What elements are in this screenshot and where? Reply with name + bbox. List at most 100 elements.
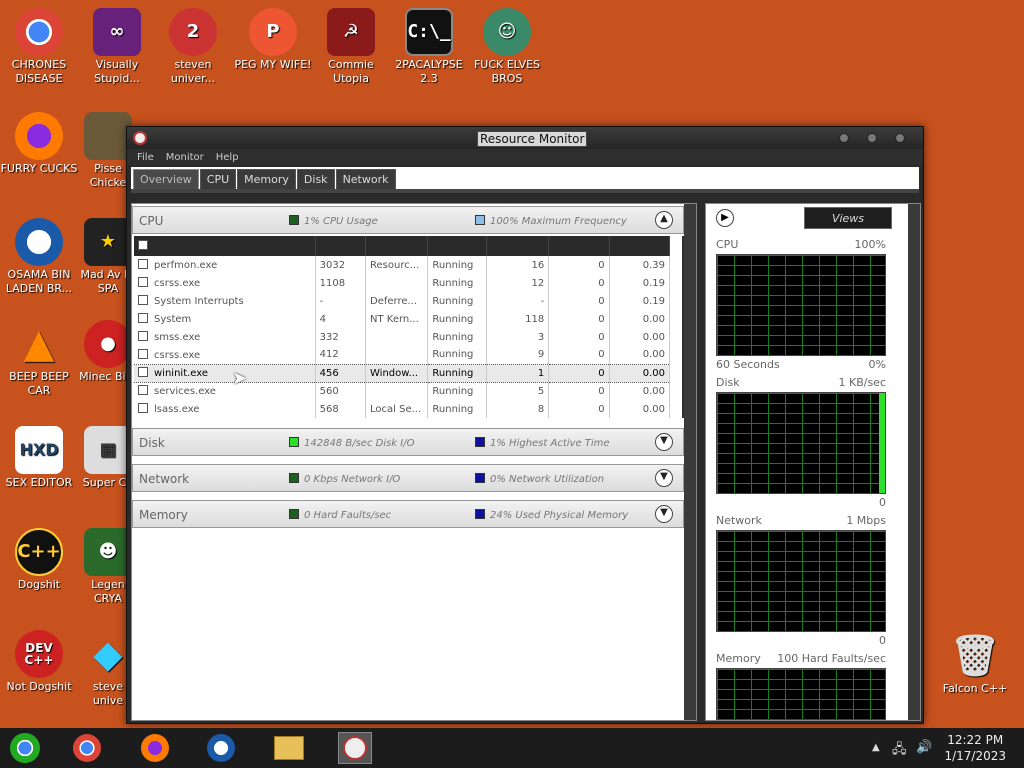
start-button[interactable] (8, 732, 42, 764)
cell-cpu: 0 (548, 256, 610, 274)
desktop-icon-recycle-bin[interactable]: 🗑 Falcon C++ (936, 632, 1014, 696)
desktop-icon-commie-utopia[interactable]: ☭ Commie Utopia (312, 8, 390, 86)
title-bar[interactable]: Resource Monitor (127, 127, 923, 149)
close-button[interactable] (895, 133, 905, 143)
select-all-checkbox[interactable] (138, 240, 148, 250)
desktop-icon-2pacalypse[interactable]: C:\_ 2PACALYPSE 2.3 (390, 8, 468, 86)
cpu-section-header[interactable]: CPU 1% CPU Usage 100% Maximum Frequency … (132, 206, 684, 234)
desktop-icon-label: Dogshit (17, 578, 61, 591)
overview-scrollbar[interactable] (684, 204, 696, 720)
table-row[interactable]: wininit.exe 456 Window... Running 1 0 0.00 (134, 363, 671, 383)
volume-icon[interactable]: 🔊 (916, 740, 932, 755)
desktop-icon-dogshit[interactable]: C++ Dogshit (0, 528, 78, 592)
col-header[interactable] (486, 236, 550, 256)
cell-avg: 0.00 (609, 400, 671, 418)
row-checkbox[interactable] (138, 367, 148, 377)
row-checkbox[interactable] (138, 313, 148, 323)
menu-help[interactable]: Help (216, 152, 239, 163)
desktop-icon-visual-studio[interactable]: ∞ Visually Stupid... (78, 8, 156, 86)
col-header[interactable] (548, 236, 610, 256)
expand-chevron-icon[interactable]: ▼ (655, 469, 673, 487)
col-header[interactable] (427, 236, 487, 256)
views-button[interactable]: Views (804, 207, 892, 229)
taskbar-resource-monitor[interactable] (338, 732, 372, 764)
network-section-header[interactable]: Network 0 Kbps Network I/O 0% Network Ut… (132, 464, 684, 492)
desktop-icon-steven-universe[interactable]: 2 steven univer... (154, 8, 232, 86)
row-checkbox[interactable] (138, 259, 148, 269)
desktop-icon-peg[interactable]: P PEG MY WIFE! (234, 8, 312, 72)
cell-cpu: 0 (548, 328, 610, 346)
table-row[interactable]: System 4 NT Kern... Running 118 0 0.00 (134, 310, 671, 328)
p-logo-icon: P (249, 8, 297, 56)
expand-chevron-icon[interactable]: ▼ (655, 433, 673, 451)
network-graph: Network 1 Mbps 0 (716, 514, 886, 650)
row-checkbox[interactable] (138, 295, 148, 305)
steven-universe-icon: 2 (169, 8, 217, 56)
firefox-icon (141, 734, 169, 762)
maximize-button[interactable] (867, 133, 877, 143)
col-header[interactable] (609, 236, 671, 256)
table-row[interactable]: smss.exe 332 Running 3 0 0.00 (134, 328, 671, 346)
table-row[interactable]: perfmon.exe 3032 Resourc... Running 16 0 0.39 (134, 256, 671, 274)
graphs-scrollbar[interactable] (908, 204, 920, 720)
memory-section-header[interactable]: Memory 0 Hard Faults/sec 24% Used Physic… (132, 500, 684, 528)
taskbar-obama[interactable] (204, 732, 238, 764)
menu-monitor[interactable]: Monitor (166, 152, 204, 163)
expand-chevron-icon[interactable]: ▼ (655, 505, 673, 523)
cell-threads: 12 (486, 274, 550, 292)
desktop-icon-chrome[interactable]: CHRONES DISEASE (0, 8, 78, 86)
cell-image: smss.exe (134, 328, 316, 346)
graph-min: 0 (879, 634, 886, 647)
col-header[interactable] (365, 236, 429, 256)
show-hidden-icons-chevron-icon[interactable]: ▲ (872, 742, 880, 753)
taskbar-file-explorer[interactable] (272, 732, 306, 764)
table-row[interactable]: csrss.exe 1108 Running 12 0 0.19 (134, 274, 671, 292)
desktop-icon-label: Visually Stupid... (94, 58, 140, 85)
table-row[interactable]: services.exe 560 Running 5 0 0.00 (134, 382, 671, 400)
network-icon[interactable]: 🖧 (892, 740, 907, 762)
table-row[interactable]: csrss.exe 412 Running 9 0 0.00 (134, 346, 671, 364)
desktop-icon-hxd[interactable]: HXD SEX EDITOR (0, 426, 78, 490)
app-icon (133, 131, 147, 145)
collapse-chevron-icon[interactable]: ▲ (655, 211, 673, 229)
menu-file[interactable]: File (137, 152, 154, 163)
minimize-button[interactable] (839, 133, 849, 143)
row-checkbox[interactable] (138, 403, 148, 413)
tab-cpu[interactable]: CPU (199, 169, 237, 189)
select-all-checkbox-header[interactable] (134, 236, 316, 256)
process-name: smss.exe (154, 332, 201, 343)
disk-section-header[interactable]: Disk 142848 B/sec Disk I/O 1% Highest Ac… (132, 428, 684, 456)
taskbar-firefox[interactable] (138, 732, 172, 764)
graph-max: 1 Mbps (846, 514, 886, 527)
section-title: Memory (139, 508, 188, 522)
desktop-icon-elves[interactable]: ☺ FUCK ELVES BROS (468, 8, 546, 86)
desktop-icon-not-dogshit[interactable]: DEV C++ Not Dogshit (0, 630, 78, 694)
tab-overview[interactable]: Overview (133, 169, 199, 189)
table-row[interactable]: System Interrupts - Deferre... Running -0 0.1… (134, 292, 671, 310)
process-name: perfmon.exe (154, 260, 218, 271)
menu-bar: File Monitor Help (127, 149, 923, 165)
graph-title: Memory (716, 652, 761, 665)
tab-memory[interactable]: Memory (237, 169, 296, 189)
obama-logo-icon (15, 218, 63, 266)
taskbar-chrome[interactable] (70, 732, 104, 764)
desktop-icon-firefox[interactable]: FURRY CUCKS (0, 112, 78, 176)
cell-image: lsass.exe (134, 400, 316, 418)
cell-desc: Resourc... (365, 256, 429, 274)
active-time-metric: 1% Highest Active Time (475, 437, 610, 449)
row-checkbox[interactable] (138, 385, 148, 396)
cell-threads: 118 (486, 310, 550, 328)
desktop-icon-label: 2PACALYPSE 2.3 (395, 58, 463, 85)
desktop-icon-vlc[interactable]: ▲ BEEP BEEP CAR (0, 320, 78, 398)
row-checkbox[interactable] (138, 331, 148, 341)
system-clock[interactable]: 12:22 PM 1/17/2023 (944, 732, 1006, 764)
row-checkbox[interactable] (138, 277, 148, 287)
col-header[interactable] (315, 236, 367, 256)
table-row[interactable]: lsass.exe 568 Local Se... Running 8 0 0.00 (134, 400, 671, 418)
tab-disk[interactable]: Disk (296, 169, 335, 189)
expand-pane-arrow-icon[interactable]: ▶ (716, 209, 734, 227)
row-checkbox[interactable] (138, 348, 148, 359)
cell-pid: 3032 (315, 256, 367, 274)
tab-network[interactable]: Network (335, 169, 396, 189)
desktop-icon-osama[interactable]: OSAMA BIN LADEN BR... (0, 218, 78, 296)
